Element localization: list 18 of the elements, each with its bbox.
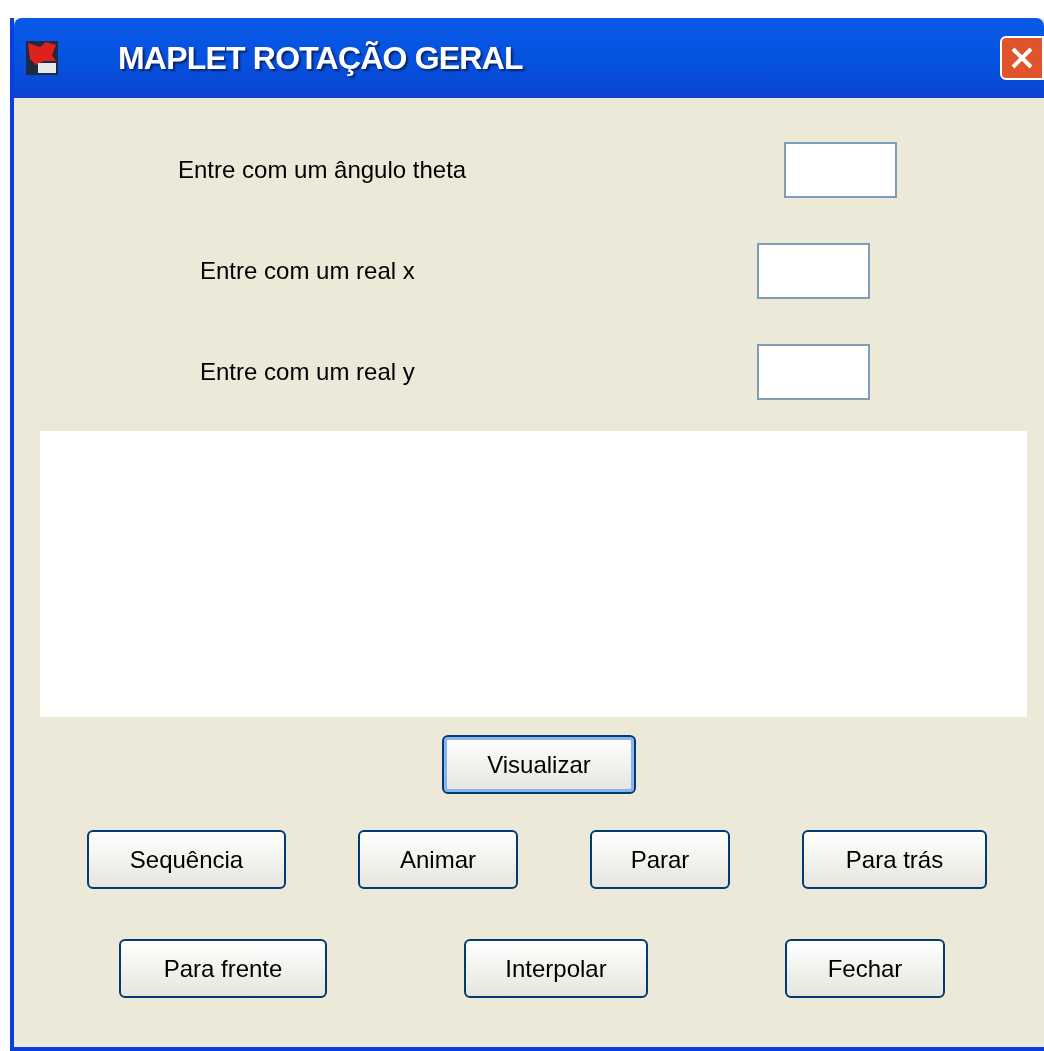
input-field[interactable] xyxy=(757,243,870,299)
action-button[interactable]: Visualizar xyxy=(442,735,636,794)
input-field[interactable] xyxy=(757,344,870,400)
close-button[interactable] xyxy=(1000,36,1044,80)
app-logo-icon xyxy=(26,41,58,75)
action-button[interactable]: Fechar xyxy=(785,939,945,998)
window-title: MAPLET ROTAÇÃO GERAL xyxy=(118,39,523,78)
field-label: Entre com um ângulo theta xyxy=(178,155,467,185)
action-button[interactable]: Animar xyxy=(358,830,518,889)
action-button[interactable]: Parar xyxy=(590,830,730,889)
action-button[interactable]: Interpolar xyxy=(464,939,648,998)
action-button[interactable]: Para trás xyxy=(802,830,987,889)
input-field[interactable] xyxy=(784,142,897,198)
field-label: Entre com um real y xyxy=(200,357,415,387)
action-button[interactable]: Para frente xyxy=(119,939,327,998)
action-button[interactable]: Sequência xyxy=(87,830,286,889)
field-label: Entre com um real x xyxy=(200,256,415,286)
close-icon xyxy=(1009,45,1035,71)
